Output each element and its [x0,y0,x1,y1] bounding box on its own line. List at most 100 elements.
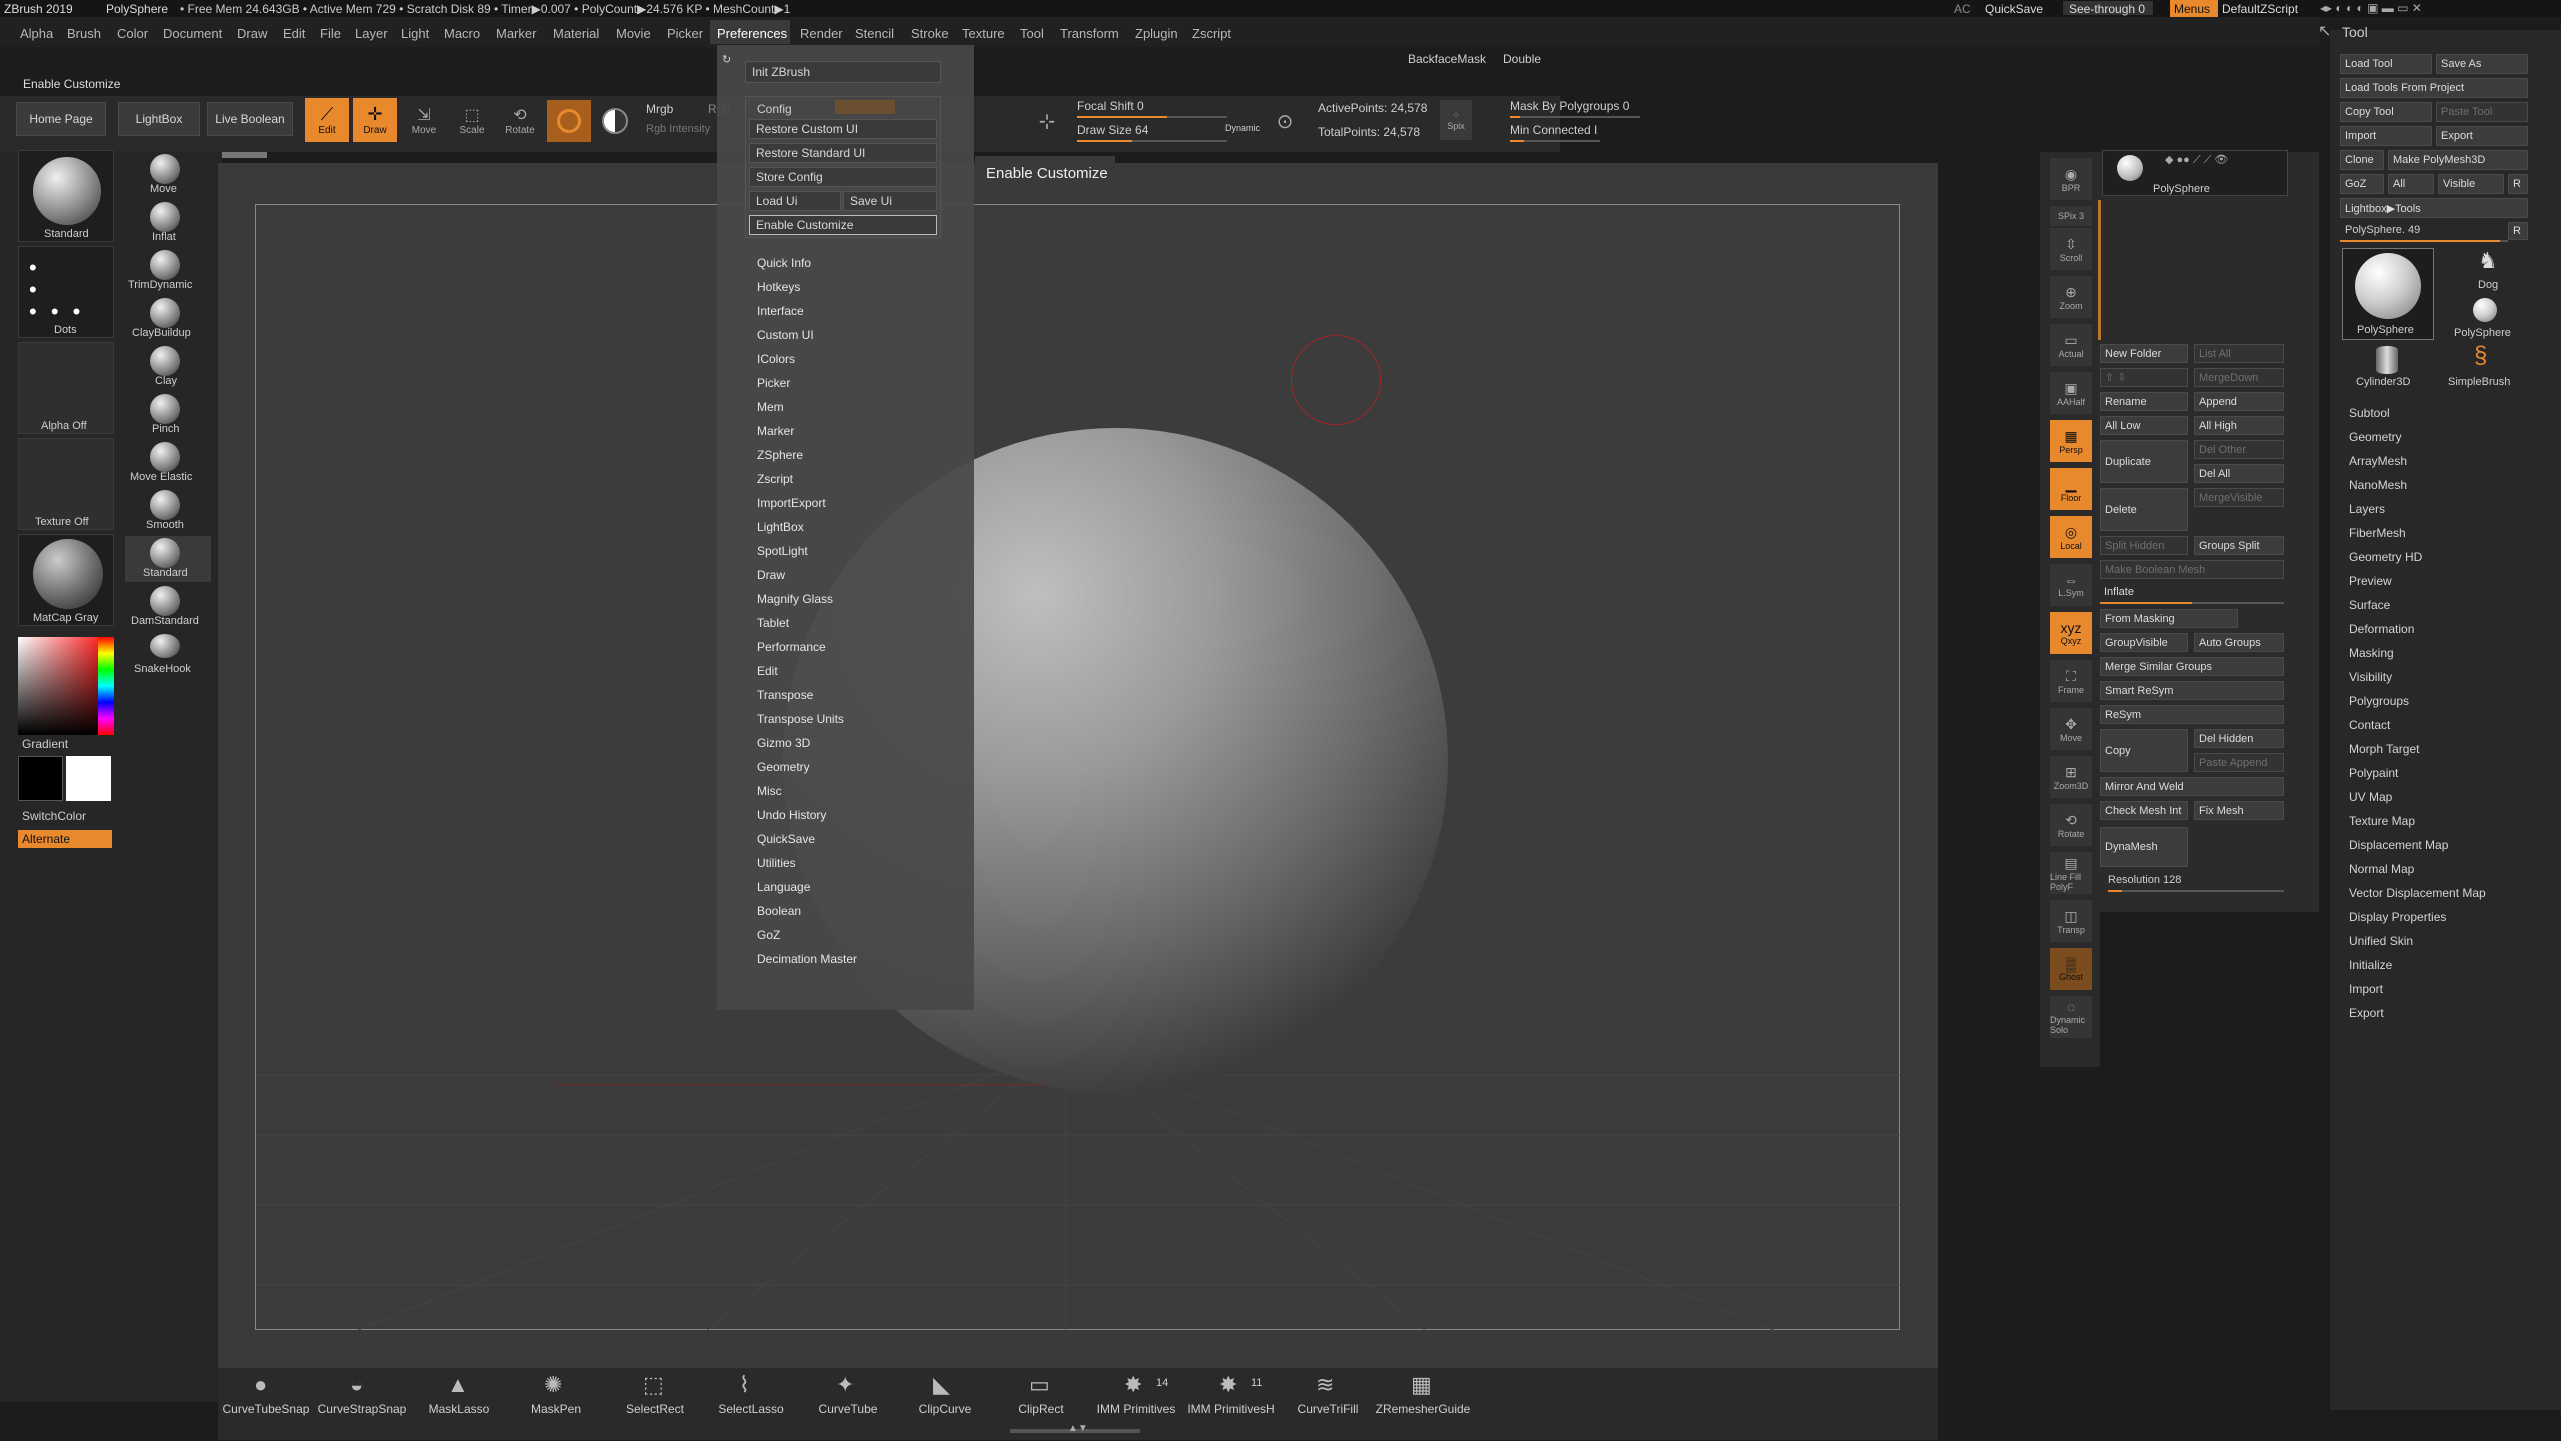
tool-section-polypaint[interactable]: Polypaint [2349,766,2398,780]
clone-button[interactable]: Clone [2340,150,2384,170]
menu-light[interactable]: Light [401,26,429,41]
menu-alpha[interactable]: Alpha [20,26,53,41]
bottom-expand-icon[interactable]: ▲▼ [1068,1424,1088,1434]
tool-section-geometry-hd[interactable]: Geometry HD [2349,550,2422,564]
pref-item-mem[interactable]: Mem [757,400,784,414]
tool-section-unified-skin[interactable]: Unified Skin [2349,934,2413,948]
right-shelf-l-sym[interactable]: ⇔ L.Sym [2050,564,2092,606]
menus-toggle[interactable]: Menus [2170,0,2218,17]
bottom-tool-maskpen[interactable]: ✺ MaskPen [508,1372,604,1418]
current-tool-r-button[interactable]: R [2508,222,2528,240]
right-shelf-qxyz[interactable]: xyz Qxyz [2050,612,2092,654]
menu-render[interactable]: Render [800,26,843,41]
tool-section-subtool[interactable]: Subtool [2349,406,2390,420]
primary-color-swatch[interactable] [66,756,111,801]
texture-toggle-icon[interactable] [602,108,628,134]
right-shelf-line-fill-polyf[interactable]: ▤ Line Fill PolyF [2050,852,2092,894]
right-shelf-move[interactable]: ✥ Move [2050,708,2092,750]
secondary-color-swatch[interactable] [18,756,63,801]
menu-file[interactable]: File [320,26,341,41]
export-tool-button[interactable]: Export [2436,126,2528,146]
right-shelf-actual[interactable]: ▭ Actual [2050,324,2092,366]
right-shelf-rotate[interactable]: ⟲ Rotate [2050,804,2092,846]
menu-refresh-icon[interactable]: ↻ [722,55,731,66]
enable-customize-button[interactable]: Enable Customize [749,215,937,235]
restore-standard-ui-button[interactable]: Restore Standard UI [749,143,937,163]
pref-item-tablet[interactable]: Tablet [757,616,789,630]
focal-shift-slider[interactable]: Focal Shift 0 [1077,100,1144,112]
lightbox-tools-button[interactable]: Lightbox▶Tools [2340,198,2528,218]
scale-mode-button[interactable]: ⬚ Scale [450,98,494,142]
menu-stroke[interactable]: Stroke [911,26,949,41]
bottom-tool-selectlasso[interactable]: ⌇ SelectLasso [703,1372,799,1418]
focal-shift-track[interactable] [1077,116,1227,118]
pref-item-spotlight[interactable]: SpotLight [757,544,808,558]
all-high-button[interactable]: All High [2194,416,2284,435]
save-as-button[interactable]: Save As [2436,54,2528,74]
config-section-label[interactable]: Config [757,103,792,115]
tool-section-fibermesh[interactable]: FiberMesh [2349,526,2406,540]
pref-item-picker[interactable]: Picker [757,376,790,390]
all-low-button[interactable]: All Low [2100,416,2188,435]
right-shelf-local[interactable]: ◎ Local [2050,516,2092,558]
menu-brush[interactable]: Brush [67,26,101,41]
tool-section-texture-map[interactable]: Texture Map [2349,814,2415,828]
tool-section-uv-map[interactable]: UV Map [2349,790,2392,804]
copy-button[interactable]: Copy [2100,729,2188,772]
pref-item-edit[interactable]: Edit [757,664,778,678]
tool-section-normal-map[interactable]: Normal Map [2349,862,2414,876]
scroll-handle[interactable] [222,152,267,158]
init-zbrush-button[interactable]: Init ZBrush [745,61,941,83]
goz-visible-button[interactable]: Visible [2438,174,2504,194]
config-toggle[interactable] [835,100,895,114]
alpha-off-thumb[interactable]: Alpha Off [18,342,114,434]
mirror-and-weld-button[interactable]: Mirror And Weld [2100,777,2284,796]
stroke-icon[interactable]: ⊹ [1032,106,1062,136]
lightbox-button[interactable]: LightBox [118,102,200,136]
tool-section-import[interactable]: Import [2349,982,2383,996]
clay-brush-icon[interactable] [150,346,180,376]
right-shelf-aahalf[interactable]: ▣ AAHalf [2050,372,2092,414]
mask-polygroups-track[interactable] [1510,116,1640,118]
pref-item-misc[interactable]: Misc [757,784,782,798]
pref-item-decimation-master[interactable]: Decimation Master [757,952,857,966]
brush-standard-thumb[interactable]: Standard [18,150,114,242]
gradient-label[interactable]: Gradient [22,738,68,750]
menu-tool[interactable]: Tool [1020,26,1044,41]
del-hidden-button[interactable]: Del Hidden [2194,729,2284,748]
bottom-tool-clipcurve[interactable]: ◣ ClipCurve [897,1372,993,1418]
bottom-tool-curvetrifill[interactable]: ≋ CurveTriFill [1280,1372,1376,1418]
pref-item-quick-info[interactable]: Quick Info [757,256,811,270]
menu-macro[interactable]: Macro [444,26,480,41]
mrgb-button[interactable]: Mrgb [646,103,673,115]
pref-item-draw[interactable]: Draw [757,568,785,582]
backface-mask-button[interactable]: BackfaceMask [1408,53,1486,65]
goz-r-button[interactable]: R [2508,174,2528,194]
bottom-tool-imm-primitives[interactable]: ✸ IMM Primitives [1088,1372,1184,1418]
load-tools-from-project-button[interactable]: Load Tools From Project [2340,78,2528,98]
tool-thumb-cylinder3d[interactable]: Cylinder3D [2342,344,2434,390]
damstandard-brush-icon[interactable] [150,586,180,616]
tool-section-contact[interactable]: Contact [2349,718,2390,732]
right-shelf-zoom[interactable]: ⊕ Zoom [2050,276,2092,318]
palette-pin-icon[interactable]: ↖ [2318,24,2331,40]
resolution-track[interactable] [2108,890,2284,892]
pref-item-gizmo-3d[interactable]: Gizmo 3D [757,736,810,750]
pref-item-transpose-units[interactable]: Transpose Units [757,712,844,726]
delete-button[interactable]: Delete [2100,488,2188,531]
move-elastic-brush-icon[interactable] [150,442,180,472]
append-button[interactable]: Append [2194,392,2284,411]
menu-draw[interactable]: Draw [237,26,267,41]
canvas-area[interactable] [255,204,1901,1331]
groupvisible-button[interactable]: GroupVisible [2100,633,2188,652]
paste-tool-button[interactable]: Paste Tool [2436,102,2528,122]
pref-item-lightbox[interactable]: LightBox [757,520,804,534]
bottom-tool-cliprect[interactable]: ▭ ClipRect [993,1372,1089,1418]
pref-item-zsphere[interactable]: ZSphere [757,448,803,462]
ac-label[interactable]: AC [1954,3,1971,15]
tool-section-deformation[interactable]: Deformation [2349,622,2414,636]
rotate-mode-button[interactable]: ⟲ Rotate [498,98,542,142]
del-all-button[interactable]: Del All [2194,464,2284,483]
tool-section-displacement-map[interactable]: Displacement Map [2349,838,2448,852]
bottom-tool-curvetubesnap[interactable]: ● CurveTubeSnap [218,1372,314,1418]
